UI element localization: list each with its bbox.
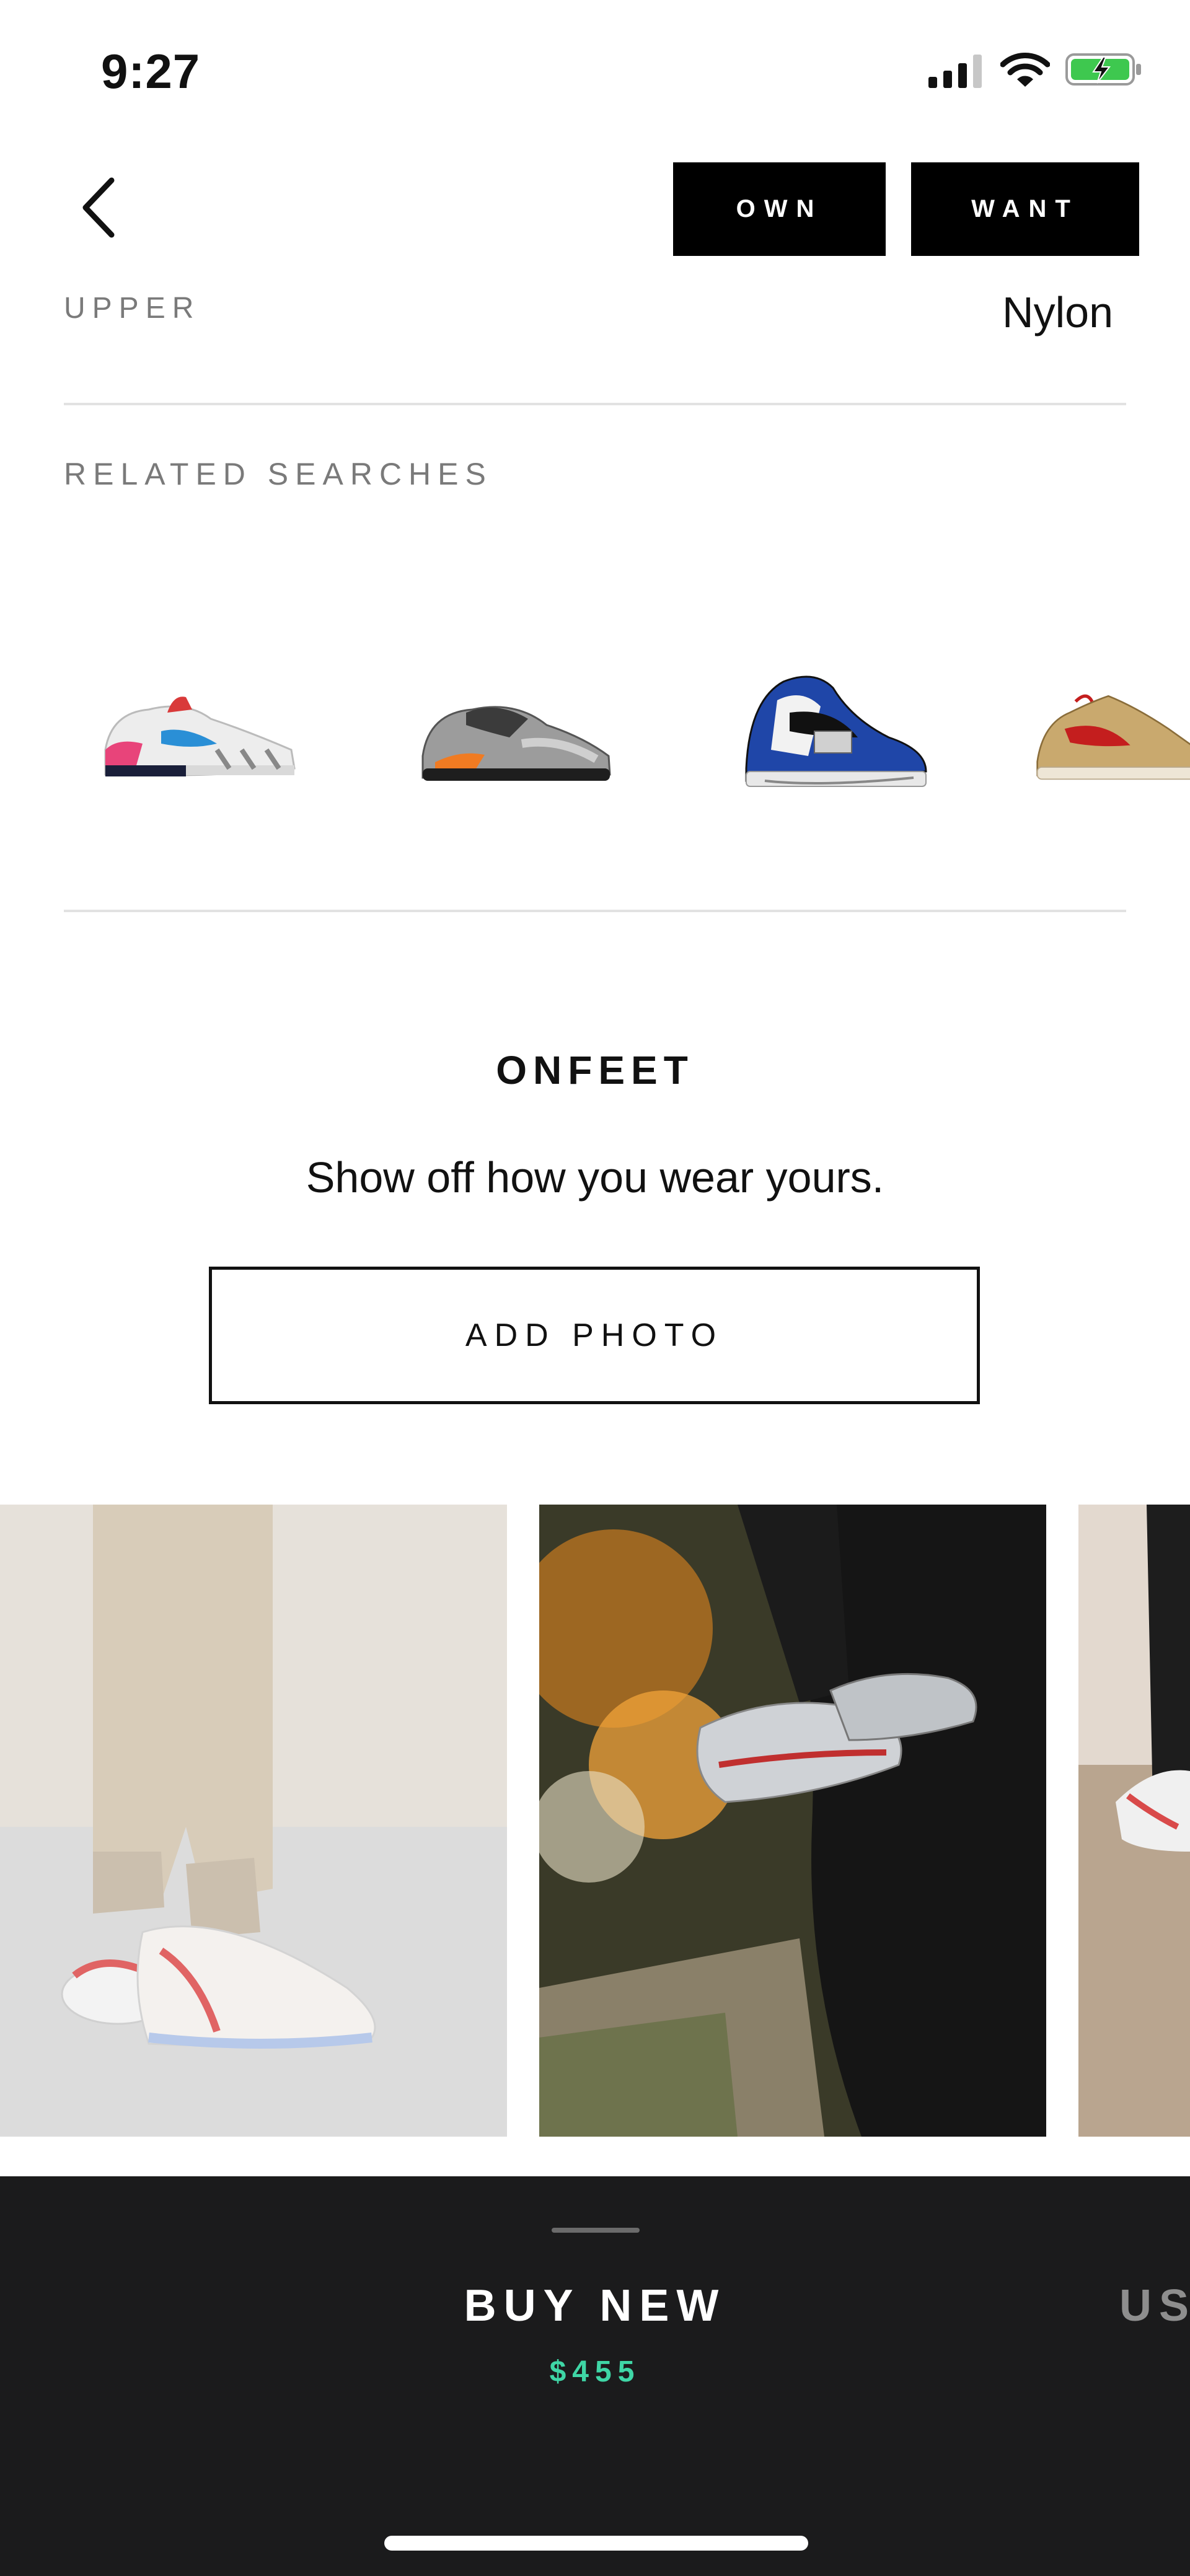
onfeet-photo-image — [539, 1505, 1046, 2137]
sneaker-air-max-1-icon — [104, 697, 296, 776]
onfeet-photo-image — [0, 1505, 507, 2137]
onfeet-photo[interactable] — [0, 1505, 507, 2137]
onfeet-title: ONFEET — [496, 1048, 694, 1092]
onfeet-photo[interactable] — [539, 1505, 1046, 2137]
related-searches-title: RELATED SEARCHES — [64, 457, 493, 491]
want-button[interactable]: WANT — [911, 162, 1139, 256]
chevron-left-icon — [82, 177, 115, 238]
add-photo-button[interactable]: ADD PHOTO — [209, 1267, 980, 1404]
wifi-icon — [1000, 53, 1050, 87]
divider — [64, 910, 1126, 912]
divider — [64, 403, 1126, 405]
back-button[interactable] — [73, 174, 123, 242]
related-item[interactable] — [74, 620, 322, 849]
onfeet-photo-image — [1078, 1505, 1190, 2137]
sneaker-mars-yard-icon — [1036, 694, 1190, 780]
onfeet-subtitle: Show off how you wear yours. — [306, 1153, 884, 1202]
own-button[interactable]: OWN — [673, 162, 886, 256]
sneaker-jordan-legacy-icon — [745, 675, 927, 787]
related-item[interactable] — [709, 620, 957, 849]
spec-value: Nylon — [1002, 288, 1113, 336]
spec-label: UPPER — [64, 292, 201, 325]
onfeet-photo[interactable] — [1078, 1505, 1190, 2137]
status-icons — [928, 51, 1144, 88]
buy-new-label[interactable]: BUY NEW — [0, 2280, 1190, 2331]
signal-icon — [928, 55, 982, 88]
related-searches-carousel[interactable] — [0, 620, 1190, 849]
drag-handle[interactable] — [552, 2228, 640, 2233]
related-item[interactable] — [1026, 620, 1190, 849]
used-label[interactable]: US — [1119, 2280, 1190, 2331]
status-time: 9:27 — [101, 44, 201, 99]
sneaker-yeezy-700-icon — [421, 706, 611, 781]
buy-new-price[interactable]: $455 — [0, 2355, 1190, 2389]
home-indicator — [384, 2536, 808, 2551]
related-item[interactable] — [392, 620, 640, 849]
battery-charging-icon — [1065, 53, 1141, 86]
